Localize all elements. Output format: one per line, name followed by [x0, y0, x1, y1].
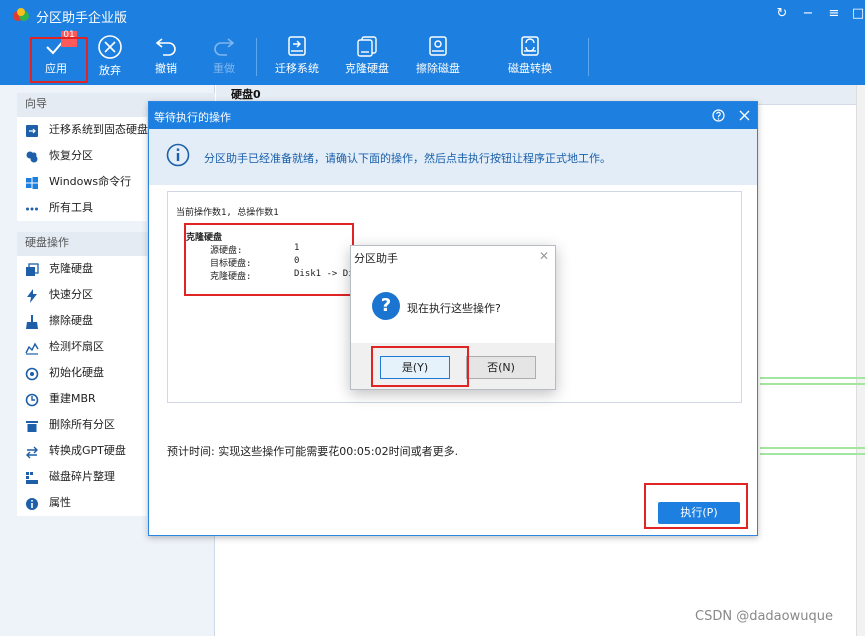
chart-icon [25, 342, 39, 355]
restore-icon[interactable]: □ [850, 6, 865, 21]
recover-icon [26, 151, 38, 163]
cancel-circle-icon [98, 35, 122, 59]
wipe-disk-button[interactable]: 擦除磁盘 [409, 32, 467, 82]
wipe-disk-icon [429, 36, 447, 56]
convert-icon [26, 446, 38, 459]
yes-highlight-box [371, 346, 469, 387]
help-icon[interactable] [712, 109, 725, 122]
windows-icon [26, 177, 38, 189]
clone-icon [26, 263, 39, 276]
undo-icon [155, 38, 176, 56]
question-icon: ? [372, 292, 400, 320]
clone-disk-button[interactable]: 克隆硬盘 [338, 32, 396, 82]
disk-title: 硬盘0 [231, 88, 261, 101]
convert-label: 磁盘转换 [508, 62, 552, 75]
confirm-message: 现在执行这些操作? [407, 302, 501, 315]
info-icon [26, 498, 38, 510]
init-icon [25, 367, 39, 381]
dialog-title: 等待执行的操作 [154, 111, 231, 124]
partition-bar [760, 383, 865, 385]
broom-icon [26, 315, 38, 329]
info-banner: 分区助手已经准备就绪，请确认下面的操作，然后点击执行按钮让程序正式地工作。 [149, 129, 757, 185]
info-icon [166, 143, 190, 167]
app-logo-icon [13, 8, 29, 21]
lightning-icon [27, 289, 37, 303]
operation-count: 当前操作数1, 总操作数1 [176, 208, 279, 218]
minimize-to-tray-icon[interactable]: − [800, 6, 816, 21]
close-icon[interactable] [739, 110, 750, 121]
mbr-icon [25, 393, 39, 407]
trash-icon [26, 421, 38, 432]
menu-icon[interactable]: ≡ [826, 6, 842, 21]
clone-disk-icon [357, 36, 377, 57]
migrate-system-button[interactable]: 迁移系统 [268, 32, 326, 82]
toolbar-divider [588, 38, 589, 76]
dialog-title-bar: 等待执行的操作 [149, 102, 757, 129]
banner-text: 分区助手已经准备就绪，请确认下面的操作，然后点击执行按钮让程序正式地工作。 [204, 152, 611, 165]
execute-highlight-box [644, 483, 748, 529]
toolbar: 应用 放弃 撤销 重做 迁移系统 克隆硬盘 擦除磁盘 磁盘转换 [0, 30, 865, 85]
more-icon [26, 207, 38, 211]
partition-bar [760, 453, 865, 455]
clone-label: 克隆硬盘 [345, 62, 389, 75]
redo-button[interactable]: 重做 [198, 32, 250, 82]
migrate-icon [26, 125, 38, 137]
defrag-icon [26, 472, 38, 484]
migrate-label: 迁移系统 [275, 62, 319, 75]
refresh-icon[interactable]: ↻ [774, 6, 790, 21]
vertical-scrollbar[interactable] [856, 85, 865, 636]
partition-bar [760, 377, 865, 379]
wipe-label: 擦除磁盘 [416, 62, 460, 75]
estimated-time: 预计时间: 实现这些操作可能需要花00:05:02时间或者更多. [167, 445, 459, 458]
watermark: CSDN @dadaowuque [695, 609, 833, 624]
toolbar-divider [256, 38, 257, 76]
app-header: 分区助手企业版 ↻ − ≡ □ 应用 放弃 撤销 重做 迁移系统 克隆硬盘 擦除… [0, 0, 865, 85]
disk-convert-icon [521, 36, 539, 56]
migrate-icon [288, 36, 306, 56]
no-button[interactable]: 否(N) [466, 356, 536, 379]
confirm-title: 分区助手 [354, 252, 398, 265]
undo-label: 撤销 [155, 62, 177, 75]
discard-button[interactable]: 放弃 [84, 32, 136, 82]
app-title: 分区助手企业版 [36, 11, 128, 26]
apply-highlight-box [30, 37, 88, 83]
operation-highlight-box [184, 223, 354, 296]
close-icon[interactable]: ✕ [539, 249, 549, 263]
undo-button[interactable]: 撤销 [140, 32, 192, 82]
disk-convert-button[interactable]: 磁盘转换 [500, 32, 560, 82]
partition-bar [760, 447, 865, 449]
title-bar: 分区助手企业版 ↻ − ≡ □ [0, 0, 865, 30]
discard-label: 放弃 [99, 64, 121, 77]
redo-label: 重做 [213, 62, 235, 75]
redo-icon [214, 38, 235, 56]
